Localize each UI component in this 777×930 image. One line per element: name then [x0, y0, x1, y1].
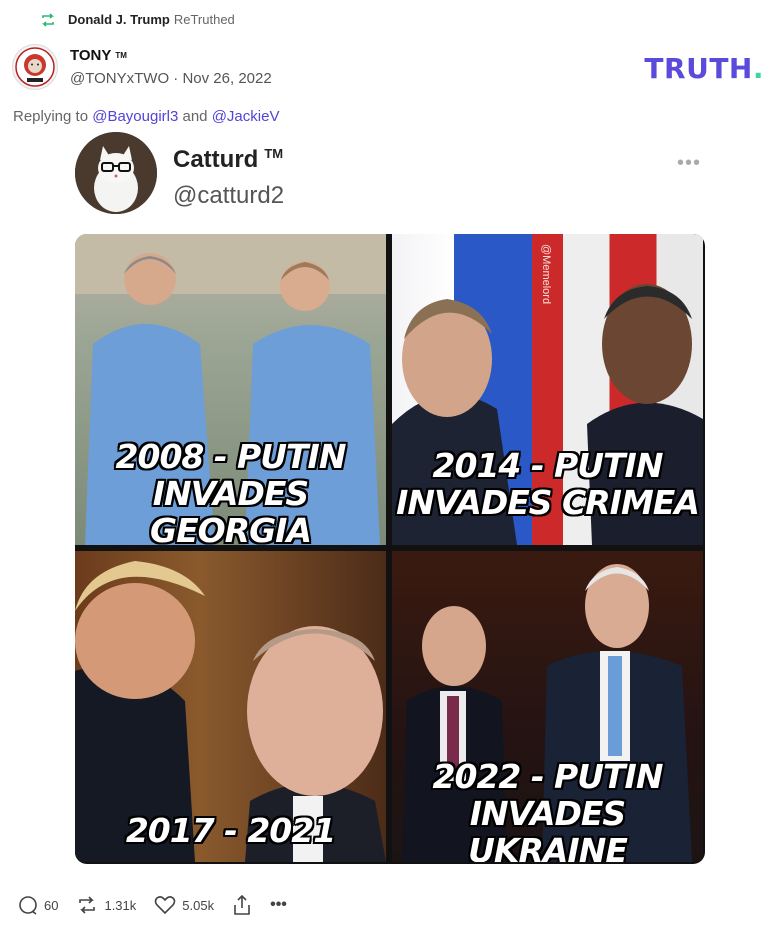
- post-date[interactable]: Nov 26, 2022: [182, 70, 271, 87]
- share-button[interactable]: [232, 894, 252, 916]
- reply-line: Replying to @Bayougirl3 and @JackieV: [13, 108, 279, 125]
- reply-count: 60: [44, 897, 59, 913]
- caption-line: INVADES UKRAINE: [468, 793, 628, 862]
- retruth-count: 1.31k: [104, 897, 137, 913]
- retruth-action: ReTruthed: [173, 12, 235, 27]
- panel-caption: 2022 - PUTIN INVADES UKRAINE: [392, 757, 703, 862]
- embed-name-text: Catturd: [173, 146, 259, 173]
- trademark-mark: TM: [115, 51, 127, 60]
- retruth-button[interactable]: 1.31k: [76, 895, 136, 915]
- retruth-banner: Donald J. Trump ReTruthed: [40, 12, 235, 27]
- retruth-user[interactable]: Donald J. Trump: [68, 12, 170, 27]
- embed-avatar: [75, 132, 157, 214]
- meme-panel: 2022 - PUTIN INVADES UKRAINE: [392, 551, 703, 862]
- embed-more-icon: •••: [676, 152, 701, 174]
- caption-line: INVADES GEORGIA: [150, 473, 312, 545]
- reply-button[interactable]: 60: [18, 895, 58, 915]
- meme-panel: @Memelord 2014 - PUTIN INVADES CRIMEA: [392, 234, 703, 545]
- post-header: TONY TM @TONYxTWO · Nov 26, 2022: [12, 44, 272, 90]
- heart-icon: [154, 896, 176, 915]
- like-button[interactable]: 5.05k: [154, 895, 214, 915]
- caption-line: 2017 - 2021: [125, 811, 336, 850]
- post-image[interactable]: Catturd TM @catturd2 ••• 2008 - PUTIN INV…: [75, 132, 705, 864]
- panel-caption: 2017 - 2021: [75, 811, 386, 850]
- action-bar: 60 1.31k 5.05k •••: [18, 894, 305, 916]
- share-icon: [234, 894, 250, 915]
- reply-icon: [19, 896, 37, 915]
- retruth-icon: [79, 896, 96, 914]
- retruth-icon: [40, 12, 56, 27]
- display-name[interactable]: TONY TM: [70, 47, 272, 64]
- caption-line: 2022 - PUTIN: [432, 757, 664, 796]
- reply-user-link[interactable]: @Bayougirl3: [92, 108, 178, 125]
- cat-icon: [75, 132, 157, 214]
- more-button[interactable]: •••: [270, 896, 287, 914]
- display-name-text: TONY: [70, 47, 112, 64]
- embed-handle: @catturd2: [173, 182, 285, 209]
- logo-dot: .: [752, 52, 764, 85]
- lion-icon: [15, 47, 55, 87]
- handle-line: @TONYxTWO · Nov 26, 2022: [70, 70, 272, 87]
- meme-panel: 2008 - PUTIN INVADES GEORGIA: [75, 234, 386, 545]
- user-handle[interactable]: @TONYxTWO: [70, 70, 169, 87]
- panel-caption: 2008 - PUTIN INVADES GEORGIA: [75, 437, 386, 545]
- avatar[interactable]: [12, 44, 58, 90]
- reply-and: and: [182, 108, 208, 125]
- meme-panel: 2017 - 2021: [75, 551, 386, 862]
- meme-grid: 2008 - PUTIN INVADES GEORGIA @Memelord 2…: [75, 234, 705, 864]
- embed-trademark: TM: [264, 146, 284, 161]
- panel-caption: 2014 - PUTIN INVADES CRIMEA: [392, 446, 703, 522]
- embed-display-name: Catturd TM: [173, 146, 283, 174]
- more-icon: •••: [270, 896, 287, 913]
- caption-line: 2014 - PUTIN: [432, 446, 664, 485]
- reply-user-link[interactable]: @JackieV: [212, 108, 280, 125]
- separator: ·: [173, 70, 179, 87]
- reply-prefix: Replying to: [13, 108, 89, 125]
- logo-text: TRUTH: [644, 52, 753, 85]
- watermark: @Memelord: [540, 244, 552, 305]
- caption-line: 2008 - PUTIN: [115, 437, 347, 476]
- truth-logo[interactable]: TRUTH.: [644, 52, 764, 85]
- like-count: 5.05k: [182, 897, 215, 913]
- caption-line: INVADES CRIMEA: [396, 482, 700, 522]
